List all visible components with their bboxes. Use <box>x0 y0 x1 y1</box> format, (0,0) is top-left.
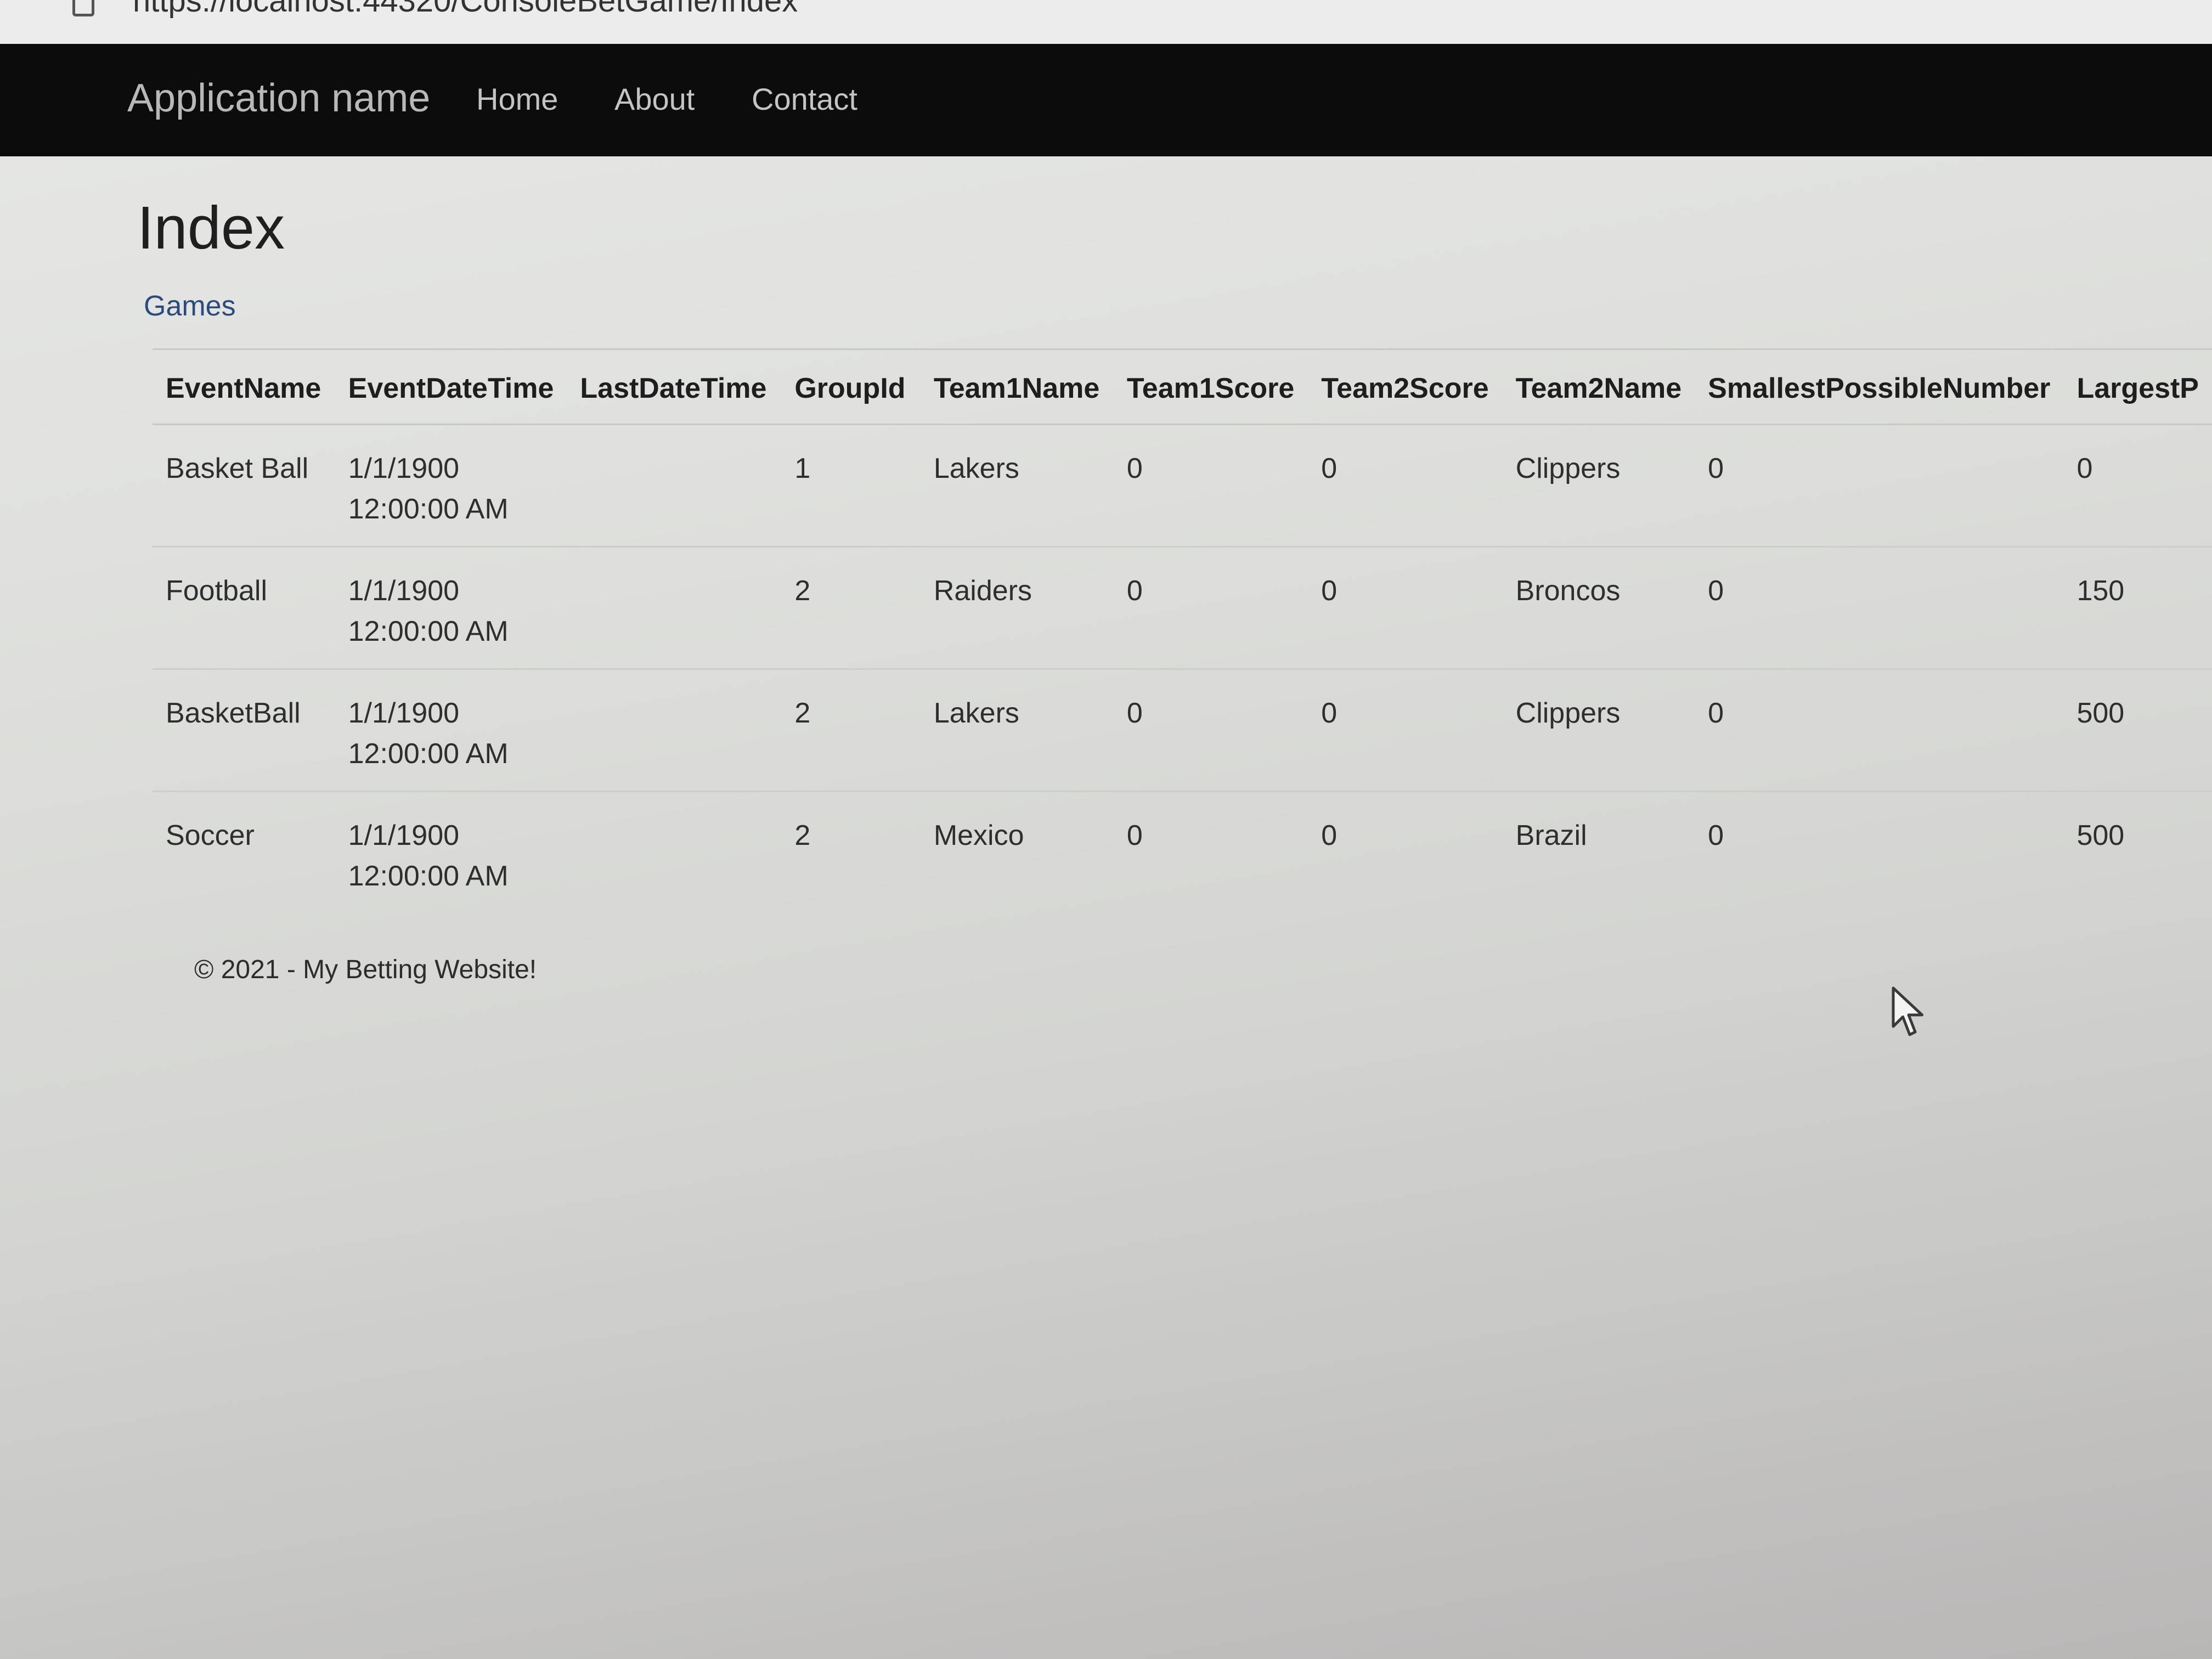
cell-team1-name: Mexico <box>920 791 1114 908</box>
cell-team2-name: Brazil <box>1502 791 1695 908</box>
page-title: Index <box>137 194 285 262</box>
games-link[interactable]: Games <box>144 290 236 323</box>
header-largest-possible-number: LargestP <box>2063 348 2212 425</box>
cell-smallest-possible-number: 0 <box>1695 669 2064 792</box>
nav-link-about[interactable]: About <box>614 81 695 117</box>
header-last-date-time: LastDateTime <box>567 348 782 425</box>
cell-event-name: Football <box>153 546 335 670</box>
address-url[interactable]: https://localhost:44320/ConsoleBetGame/I… <box>133 0 798 19</box>
browser-address-bar: https://localhost:44320/ConsoleBetGame/I… <box>0 0 2212 45</box>
header-event-name: EventName <box>153 348 335 425</box>
cell-team1-name: Raiders <box>920 546 1114 670</box>
footer-copyright: © 2021 - My Betting Website! <box>194 955 537 984</box>
cell-event-time: 12:00:00 AM <box>348 738 509 770</box>
cell-event-time: 12:00:00 AM <box>348 493 509 525</box>
cell-smallest-possible-number: 0 <box>1695 546 2064 670</box>
cell-team2-name: Clippers <box>1502 424 1695 548</box>
cell-event-date: 1/1/1900 <box>348 697 460 729</box>
cell-largest-possible-number: 500 <box>2063 669 2212 792</box>
table-row: BasketBall 1/1/1900 12:00:00 AM 2 Lakers … <box>153 669 2212 792</box>
cell-smallest-possible-number: 0 <box>1695 791 2064 908</box>
cell-team1-score: 0 <box>1113 546 1308 670</box>
header-team2-name: Team2Name <box>1502 348 1695 425</box>
page-info-icon[interactable] <box>72 0 94 16</box>
nav-link-contact[interactable]: Contact <box>752 81 857 117</box>
cell-group-id: 2 <box>781 791 921 908</box>
table-row: Football 1/1/1900 12:00:00 AM 2 Raiders 0… <box>153 546 2212 670</box>
cell-team1-score: 0 <box>1113 791 1308 908</box>
cell-smallest-possible-number: 0 <box>1695 424 2064 548</box>
table-row: Basket Ball 1/1/1900 12:00:00 AM 1 Lakers… <box>153 424 2212 548</box>
cell-group-id: 2 <box>781 546 921 670</box>
cell-largest-possible-number: 500 <box>2063 791 2212 908</box>
cell-team1-name: Lakers <box>920 424 1114 548</box>
cell-last-date-time <box>567 424 782 548</box>
cell-event-date-time: 1/1/1900 12:00:00 AM <box>335 546 567 670</box>
cell-team2-score: 0 <box>1308 669 1503 792</box>
header-smallest-possible-number: SmallestPossibleNumber <box>1695 348 2064 425</box>
table-header-row: EventName EventDateTime LastDateTime Gro… <box>153 348 2212 425</box>
cell-last-date-time <box>567 546 782 670</box>
cell-event-time: 12:00:00 AM <box>348 616 509 647</box>
cell-group-id: 1 <box>781 424 921 548</box>
cell-event-date: 1/1/1900 <box>348 453 460 484</box>
cell-largest-possible-number: 150 <box>2063 546 2212 670</box>
header-team1-score: Team1Score <box>1113 348 1308 425</box>
cell-group-id: 2 <box>781 669 921 792</box>
games-table: EventName EventDateTime LastDateTime Gro… <box>153 348 2212 908</box>
cell-largest-possible-number: 0 <box>2063 424 2212 548</box>
games-table-container: EventName EventDateTime LastDateTime Gro… <box>153 348 2212 908</box>
nav-link-home[interactable]: Home <box>476 81 558 117</box>
cell-team1-name: Lakers <box>920 669 1114 792</box>
cell-team2-name: Broncos <box>1502 546 1695 670</box>
cell-event-date-time: 1/1/1900 12:00:00 AM <box>335 791 567 908</box>
cell-event-name: Basket Ball <box>153 424 335 548</box>
cell-last-date-time <box>567 669 782 792</box>
cell-team1-score: 0 <box>1113 669 1308 792</box>
cell-event-date: 1/1/1900 <box>348 820 460 851</box>
cell-team2-score: 0 <box>1308 791 1503 908</box>
table-row: Soccer 1/1/1900 12:00:00 AM 2 Mexico 0 0 … <box>153 791 2212 908</box>
cell-team2-score: 0 <box>1308 424 1503 548</box>
cell-event-name: BasketBall <box>153 669 335 792</box>
cell-event-time: 12:00:00 AM <box>348 860 509 892</box>
cell-event-date: 1/1/1900 <box>348 575 460 607</box>
navbar-brand[interactable]: Application name <box>127 76 430 121</box>
cell-event-date-time: 1/1/1900 12:00:00 AM <box>335 669 567 792</box>
header-team1-name: Team1Name <box>920 348 1114 425</box>
cell-team1-score: 0 <box>1113 424 1308 548</box>
mouse-pointer-icon <box>1892 986 1923 1036</box>
header-team2-score: Team2Score <box>1308 348 1503 425</box>
cell-event-date-time: 1/1/1900 12:00:00 AM <box>335 424 567 548</box>
header-event-date-time: EventDateTime <box>335 348 567 425</box>
cell-team2-name: Clippers <box>1502 669 1695 792</box>
cell-team2-score: 0 <box>1308 546 1503 670</box>
cell-last-date-time <box>567 791 782 908</box>
cell-event-name: Soccer <box>153 791 335 908</box>
navbar: Application name Home About Contact <box>0 44 2212 156</box>
header-group-id: GroupId <box>781 348 921 425</box>
